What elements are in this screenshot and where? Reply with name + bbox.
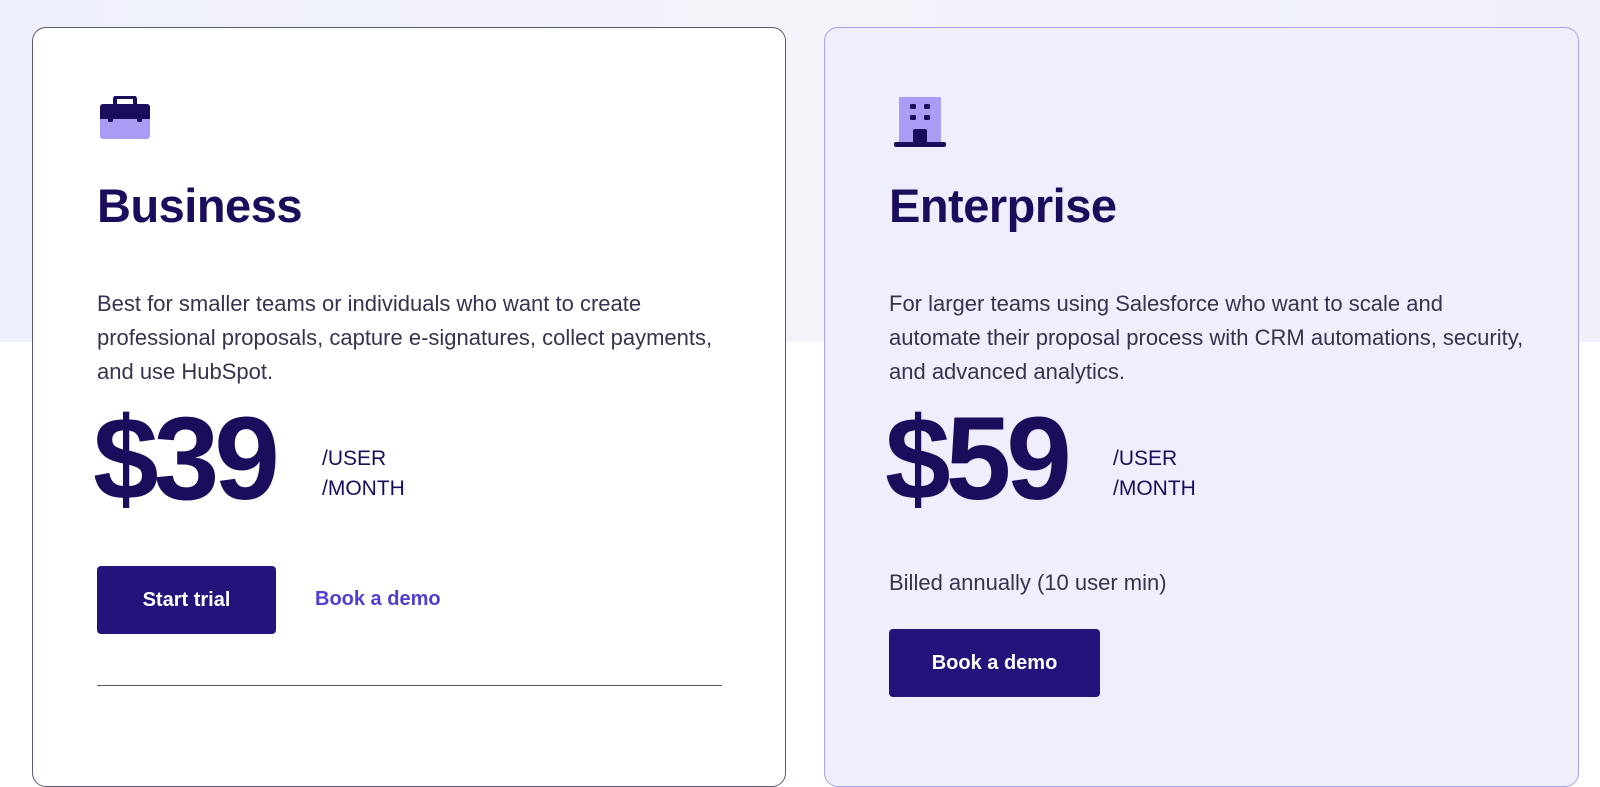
- divider: [97, 685, 722, 686]
- plan-card-enterprise: Enterprise For larger teams using Salesf…: [824, 27, 1579, 787]
- price-unit-month: /MONTH: [1113, 477, 1196, 500]
- price-unit-user: /USER: [322, 447, 387, 470]
- price-unit-user: /USER: [1113, 447, 1178, 470]
- plan-name: Business: [97, 179, 302, 232]
- plan-description: Best for smaller teams or individuals wh…: [97, 291, 713, 384]
- plan-description: For larger teams using Salesforce who wa…: [889, 291, 1524, 384]
- plan-price: $39: [93, 393, 280, 525]
- plan-price: $59: [885, 393, 1072, 525]
- plan-name: Enterprise: [889, 179, 1117, 232]
- start-trial-button[interactable]: Start trial: [97, 566, 276, 634]
- price-unit-month: /MONTH: [322, 477, 405, 500]
- billing-note: Billed annually (10 user min): [889, 570, 1167, 595]
- price-unit: /USER /MONTH: [322, 444, 405, 504]
- plan-card-business: Business Best for smaller teams or indiv…: [32, 27, 786, 787]
- briefcase-icon: [99, 95, 151, 145]
- price-unit: /USER /MONTH: [1113, 444, 1196, 504]
- book-demo-link[interactable]: Book a demo: [315, 588, 441, 611]
- office-building-icon: [894, 96, 946, 153]
- book-demo-button[interactable]: Book a demo: [889, 629, 1100, 697]
